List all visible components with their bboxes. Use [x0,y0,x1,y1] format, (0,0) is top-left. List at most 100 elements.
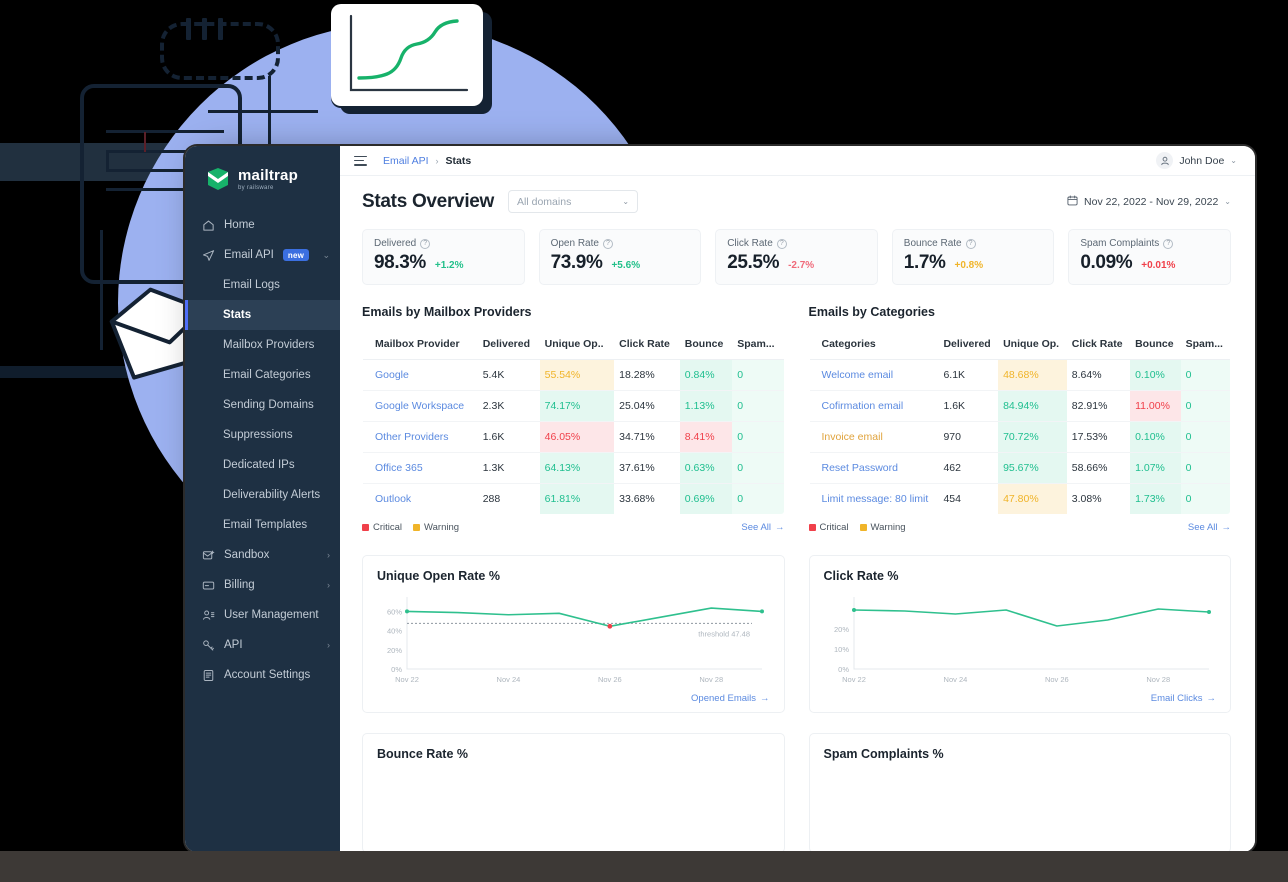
table-row[interactable]: Google 5.4K 55.54% 18.28% 0.84% 0 [362,359,784,391]
sidebar-item-dedicated-ips[interactable]: Dedicated IPs [185,450,340,480]
row-bounce: 8.41% [679,421,733,453]
row-name[interactable]: Welcome email [809,359,939,391]
hamburger-icon[interactable] [354,155,367,166]
categories-panel-title: Emails by Categories [808,305,935,319]
row-bounce: 11.00% [1130,390,1181,422]
sidebar-item-mailbox-providers[interactable]: Mailbox Providers [185,330,340,360]
column-header[interactable]: Unique Op.. [539,329,615,360]
column-header[interactable]: Spam... [1180,329,1231,360]
legend-swatch [362,524,369,531]
row-name[interactable]: Outlook [363,484,478,515]
opened-emails-link[interactable]: Opened Emails → [691,693,769,704]
row-name[interactable]: Limit message: 80 limit [809,484,938,515]
table-row[interactable]: Office 365 1.3K 64.13% 37.61% 0.63% 0 [362,452,784,484]
legend-item: Warning [859,522,906,533]
sidebar-item-stats[interactable]: Stats [185,300,340,330]
table-row[interactable]: Invoice email 970 70.72% 17.53% 0.10% 0 [809,421,1231,453]
legend-item: Critical [808,522,849,533]
column-header[interactable]: Bounce [1130,329,1181,360]
row-unique-open: 64.13% [539,452,615,484]
chart-plot-area: 0% 20% 40% 60% Nov 22 Nov 24 Nov 26 Nov 28 thres… [377,589,770,687]
providers-panel-footer: Critical Warning See All → [362,522,785,533]
kpi-delta: +0.01% [1141,260,1176,271]
kpi-card-spam-complaints: Spam Complaints? 0.09% +0.01% [1068,229,1231,285]
column-header[interactable]: Click Rate [1066,329,1131,360]
brand-name: mailtrap [238,166,298,184]
sidebar-item-deliverability-alerts[interactable]: Deliverability Alerts [185,480,340,510]
column-header[interactable]: Mailbox Provider [362,329,478,360]
help-icon[interactable]: ? [1163,238,1174,249]
sidebar-item-label: Deliverability Alerts [223,489,321,501]
row-click-rate: 37.61% [614,452,680,484]
sidebar-item-label: Dedicated IPs [223,459,295,471]
column-header[interactable]: Delivered [477,329,540,360]
row-name[interactable]: Cofirmation email [809,390,939,422]
kpi-value: 98.3% [374,252,426,273]
sidebar-item-user-management[interactable]: User Management [185,600,340,630]
page-title: Stats Overview [362,190,495,212]
row-name[interactable]: Other Providers [362,421,478,453]
table-row[interactable]: Reset Password 462 95.67% 58.66% 1.07% 0 [809,452,1231,484]
sidebar-item-label: API [224,639,243,651]
row-name[interactable]: Reset Password [809,452,939,484]
sidebar-item-account-settings[interactable]: Account Settings [185,660,340,690]
categories-see-all-link[interactable]: See All → [1188,522,1231,533]
sidebar-item-email-categories[interactable]: Email Categories [185,360,340,390]
email-clicks-link[interactable]: Email Clicks → [1151,693,1216,704]
row-name[interactable]: Google Workspace [362,390,478,422]
kpi-label-text: Spam Complaints [1080,238,1160,249]
help-icon[interactable]: ? [602,238,613,249]
chart-link-label: Opened Emails [691,693,756,704]
column-header[interactable]: Click Rate [614,329,680,360]
sidebar-item-email-logs[interactable]: Email Logs [185,270,340,300]
domain-filter-select[interactable]: All domains ⌄ [508,190,639,213]
legend-label: Warning [870,522,906,533]
providers-panel: Emails by Mailbox Providers Mailbox Prov… [362,305,785,533]
breadcrumb: Email API › Stats [383,155,471,167]
column-header[interactable]: Bounce [679,329,733,360]
row-name[interactable]: Office 365 [362,452,478,484]
column-header[interactable]: Unique Op. [998,329,1067,360]
kpi-label: Spam Complaints? [1080,238,1219,249]
row-unique-open: 46.05% [539,421,615,453]
help-icon[interactable]: ? [776,238,787,249]
sidebar-item-email-templates[interactable]: Email Templates [185,510,340,540]
brand-logo[interactable]: mailtrap by railsware [185,160,340,210]
table-row[interactable]: Outlook 288 61.81% 33.68% 0.69% 0 [363,483,784,515]
row-name[interactable]: Google [362,359,478,391]
sidebar-item-suppressions[interactable]: Suppressions [185,420,340,450]
sidebar-item-billing[interactable]: Billing › [185,570,340,600]
sidebar-item-label: Email API [224,249,274,261]
sidebar-item-sandbox[interactable]: Sandbox › [185,540,340,570]
sidebar-item-sending-domains[interactable]: Sending Domains [185,390,340,420]
y-tick-label: 10% [833,645,848,654]
column-header[interactable]: Categories [809,329,939,360]
sidebar-item-home[interactable]: Home [185,210,340,240]
help-icon[interactable]: ? [420,238,431,249]
column-header[interactable]: Delivered [938,329,999,360]
help-icon[interactable]: ? [965,238,976,249]
row-name[interactable]: Invoice email [809,421,939,453]
row-bounce: 0.63% [679,452,733,484]
date-range-picker[interactable]: Nov 22, 2022 - Nov 29, 2022 ⌄ [1067,194,1231,209]
decorative-chart-card [331,4,483,106]
breadcrumb-parent[interactable]: Email API [383,155,429,167]
chart-footer: Email Clicks → [824,693,1216,704]
chart-point [1206,610,1211,614]
table-row[interactable]: Google Workspace 2.3K 74.17% 25.04% 1.13% 0 [362,390,784,422]
table-header-row: Mailbox Provider Delivered Unique Op.. Clic… [362,329,784,360]
user-menu[interactable]: John Doe ⌄ [1156,152,1237,169]
column-header[interactable]: Spam... [732,329,784,360]
table-row[interactable]: Cofirmation email 1.6K 84.94% 82.91% 11.00% 0 [809,390,1231,422]
categories-panel: Emails by Categories Categories Delivered… [808,305,1231,533]
row-delivered: 1.6K [477,421,540,453]
top-bar: Email API › Stats John Doe ⌄ [340,146,1255,176]
table-row[interactable]: Other Providers 1.6K 46.05% 34.71% 8.41% 0 [362,421,784,453]
unique-open-rate-chart-card: Unique Open Rate % 0% 20% 40% 60% Nov 22 Nov … [362,555,785,713]
x-tick-label: Nov 26 [598,675,622,684]
table-row[interactable]: Welcome email 6.1K 48.68% 8.64% 0.10% 0 [809,359,1231,391]
sidebar-item-api[interactable]: API › [185,630,340,660]
sidebar-item-email-api[interactable]: Email API new ⌄ [185,240,340,270]
table-row[interactable]: Limit message: 80 limit 454 47.80% 3.08% 1.7… [809,483,1231,515]
providers-see-all-link[interactable]: See All → [741,522,784,533]
